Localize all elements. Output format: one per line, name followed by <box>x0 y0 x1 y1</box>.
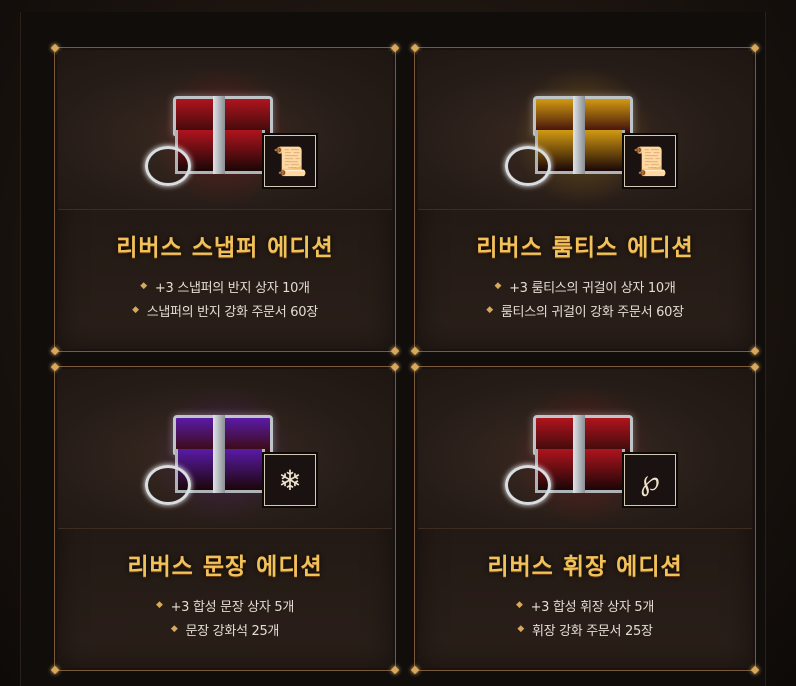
card-title: 리버스 문장 에디션 <box>127 553 323 580</box>
list-item: ◆ 휘장 강화 주문서 25장 <box>415 617 755 641</box>
item-text: 휘장 강화 주문서 25장 <box>531 623 653 639</box>
item-text: +3 룸티스의 귀걸이 상자 10개 <box>509 280 676 296</box>
rune-scroll-icon: ℘ <box>624 454 676 506</box>
bullet-icon: ◆ <box>170 624 178 634</box>
corner-ornament <box>390 665 400 675</box>
card-image-area: ℘ <box>418 370 752 529</box>
card-title: 리버스 휘장 에디션 <box>487 553 683 580</box>
card-image-area: ❄ <box>58 370 392 529</box>
treasure-chest-icon <box>505 96 633 186</box>
item-text: +3 스냅퍼의 반지 상자 10개 <box>154 280 310 296</box>
list-item: ◆ 문장 강화석 25개 <box>55 617 395 641</box>
item-list: ◆ +3 합성 휘장 상자 5개 ◆ 휘장 강화 주문서 25장 <box>415 593 755 641</box>
bullet-icon: ◆ <box>132 305 139 315</box>
card-image-area: 📜 <box>418 51 752 210</box>
card-roomtis-edition[interactable]: 📜 리버스 룸티스 에디션 ◆ +3 룸티스의 귀걸이 상자 10개 ◆ 룸티스의 … <box>414 47 756 352</box>
snowflake-icon: ❄ <box>264 454 316 506</box>
treasure-chest-icon <box>505 415 633 505</box>
card-title: 리버스 룸티스 에디션 <box>476 234 694 261</box>
item-list: ◆ +3 룸티스의 귀걸이 상자 10개 ◆ 룸티스의 귀걸이 강화 주문서 60장 <box>415 274 755 322</box>
bullet-icon: ◆ <box>515 600 523 610</box>
scroll-icon: 📜 <box>264 135 316 187</box>
item-text: +3 합성 휘장 상자 5개 <box>530 599 655 615</box>
list-item: ◆ 룸티스의 귀걸이 강화 주문서 60장 <box>415 298 755 322</box>
corner-ornament <box>750 665 760 675</box>
list-item: ◆ +3 스냅퍼의 반지 상자 10개 <box>55 274 395 298</box>
card-snapper-edition[interactable]: 📜 리버스 스냅퍼 에디션 ◆ +3 스냅퍼의 반지 상자 10개 ◆ 스냅퍼의 반… <box>54 47 396 352</box>
card-title: 리버스 스냅퍼 에디션 <box>116 234 334 261</box>
earring-icon <box>505 146 551 186</box>
chest-band <box>213 96 225 174</box>
treasure-chest-icon <box>145 415 273 505</box>
bullet-icon: ◆ <box>494 281 502 291</box>
item-text: 문장 강화석 25개 <box>185 623 280 639</box>
item-text: +3 합성 문장 상자 5개 <box>170 599 295 615</box>
card-badge-edition[interactable]: ℘ 리버스 휘장 에디션 ◆ +3 합성 휘장 상자 5개 ◆ 휘장 강화 주문서 … <box>414 366 756 671</box>
list-item: ◆ +3 룸티스의 귀걸이 상자 10개 <box>415 274 755 298</box>
card-image-area: 📜 <box>58 51 392 210</box>
corner-ornament <box>410 665 420 675</box>
bullet-icon: ◆ <box>155 600 163 610</box>
chest-band <box>573 96 585 174</box>
item-text: 룸티스의 귀걸이 강화 주문서 60장 <box>500 304 684 320</box>
ring-icon <box>145 146 191 186</box>
corner-ornament <box>50 346 60 356</box>
bullet-icon: ◆ <box>517 624 524 634</box>
emblem-icon <box>145 465 191 505</box>
badge-icon <box>505 465 551 505</box>
item-list: ◆ +3 합성 문장 상자 5개 ◆ 문장 강화석 25개 <box>55 593 395 641</box>
corner-ornament <box>390 346 400 356</box>
treasure-chest-icon <box>145 96 273 186</box>
chest-band <box>573 415 585 493</box>
list-item: ◆ +3 합성 문장 상자 5개 <box>55 593 395 617</box>
corner-ornament <box>410 346 420 356</box>
corner-ornament <box>50 665 60 675</box>
list-item: ◆ +3 합성 휘장 상자 5개 <box>415 593 755 617</box>
item-list: ◆ +3 스냅퍼의 반지 상자 10개 ◆ 스냅퍼의 반지 강화 주문서 60장 <box>55 274 395 322</box>
scroll-icon: 📜 <box>624 135 676 187</box>
card-emblem-edition[interactable]: ❄ 리버스 문장 에디션 ◆ +3 합성 문장 상자 5개 ◆ 문장 강화석 25개 <box>54 366 396 671</box>
bullet-icon: ◆ <box>486 305 493 315</box>
corner-ornament <box>750 346 760 356</box>
chest-band <box>213 415 225 493</box>
list-item: ◆ 스냅퍼의 반지 강화 주문서 60장 <box>55 298 395 322</box>
bullet-icon: ◆ <box>140 281 147 291</box>
item-text: 스냅퍼의 반지 강화 주문서 60장 <box>146 304 319 320</box>
